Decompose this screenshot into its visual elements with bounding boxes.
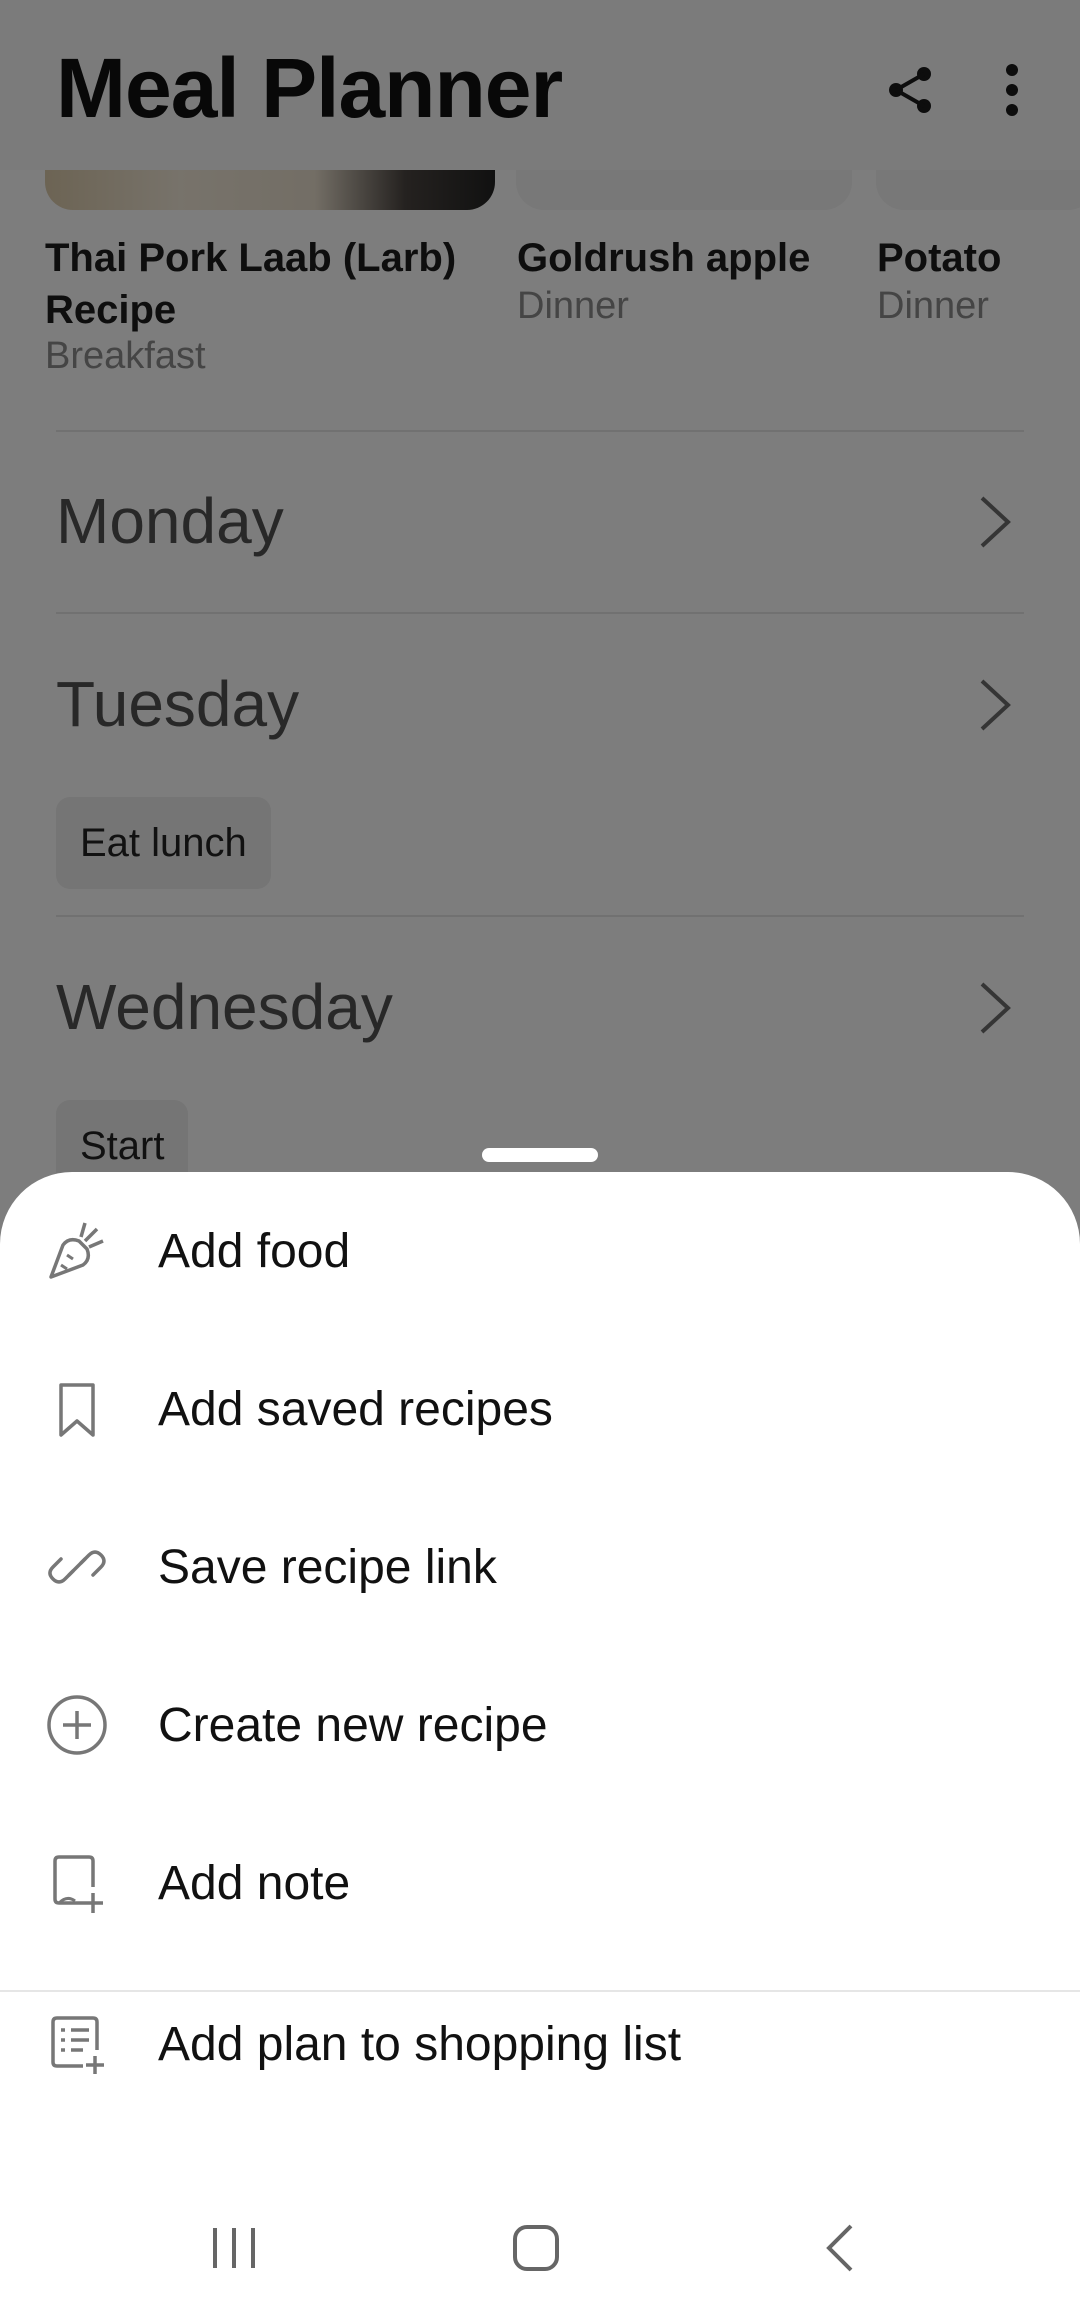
option-label: Add saved recipes: [158, 1383, 553, 1436]
add-note-option[interactable]: Add note: [0, 1804, 1080, 1962]
option-label: Add note: [158, 1857, 351, 1910]
back-icon: [826, 2224, 853, 2272]
sheet-drag-handle[interactable]: [482, 1148, 598, 1162]
home-icon: [513, 2225, 559, 2271]
add-circle-icon: [47, 1695, 107, 1755]
create-new-recipe-option[interactable]: Create new recipe: [0, 1646, 1080, 1804]
option-label: Create new recipe: [158, 1699, 548, 1752]
note-add-icon: [53, 1855, 103, 1913]
option-label: Save recipe link: [158, 1541, 497, 1594]
recents-button[interactable]: [174, 2203, 294, 2293]
option-label: Add food: [158, 1225, 351, 1278]
link-icon: [48, 1550, 106, 1584]
list-add-icon: [51, 2016, 104, 2074]
option-label: Add plan to shopping list: [158, 2018, 682, 2071]
add-saved-recipes-option[interactable]: Add saved recipes: [0, 1330, 1080, 1488]
add-food-option[interactable]: Add food: [0, 1172, 1080, 1330]
add-bottom-sheet: Add food Add saved recipes Save recipe l…: [0, 1172, 1080, 2313]
add-plan-to-shopping-list-option[interactable]: Add plan to shopping list: [0, 1965, 1080, 2123]
back-button[interactable]: [780, 2203, 900, 2293]
bookmark-icon: [59, 1383, 95, 1437]
home-button[interactable]: [476, 2203, 596, 2293]
save-recipe-link-option[interactable]: Save recipe link: [0, 1488, 1080, 1646]
carrot-icon: [49, 1222, 104, 1279]
recents-icon: [213, 2228, 255, 2268]
system-nav-bar: [0, 2183, 1080, 2313]
